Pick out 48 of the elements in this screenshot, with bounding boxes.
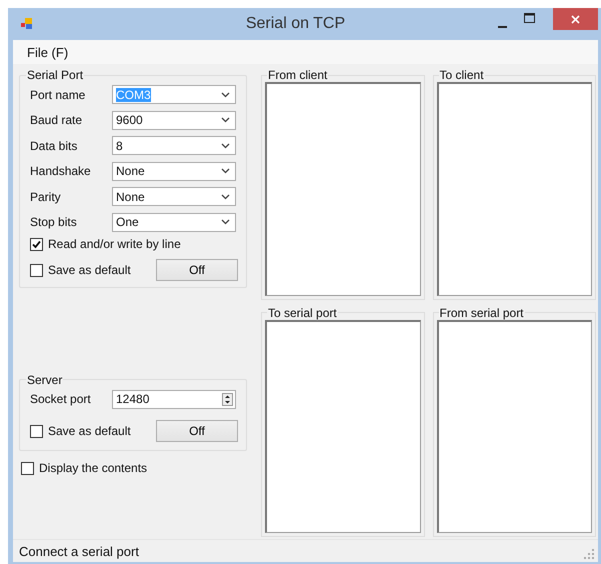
checkbox[interactable]: Display the contents: [21, 461, 247, 475]
group-title: Server: [26, 372, 64, 386]
close-button[interactable]: [553, 8, 598, 30]
close-icon: [571, 14, 580, 24]
chevron-icon: [221, 194, 230, 200]
field-label: Port name: [30, 88, 86, 102]
off-button[interactable]: Off: [156, 420, 238, 442]
group-title: From serial port: [438, 306, 525, 320]
field-label: Data bits: [30, 138, 78, 153]
checkbox-label: Save as default: [48, 263, 131, 277]
checkbox-box[interactable]: [30, 424, 43, 438]
chevron-icon: [221, 168, 230, 174]
checkbox[interactable]: Read and/or write by line: [30, 237, 238, 251]
checkbox-box[interactable]: [21, 462, 34, 474]
dropdown[interactable]: One: [112, 212, 236, 232]
chevron-icon: [221, 117, 230, 124]
checkbox-label: Display the contents: [39, 461, 148, 475]
field-label: Parity: [30, 190, 62, 204]
status-text: Connect a serial port: [19, 544, 139, 558]
window-title: Serial on TCP: [246, 15, 346, 33]
checkbox[interactable]: Save as default: [30, 263, 131, 277]
chevron-icon: [221, 92, 230, 98]
group-title: To serial port: [267, 306, 338, 320]
dropdown[interactable]: None: [112, 187, 236, 206]
number-field[interactable]: 12480: [112, 390, 236, 409]
dropdown[interactable]: None: [112, 162, 236, 181]
checkbox-label: Save as default: [48, 424, 131, 438]
resize-grip-icon[interactable]: [584, 549, 594, 559]
app-icon: [21, 18, 33, 30]
chevron-icon: [221, 219, 230, 226]
field-label: Socket port: [30, 392, 92, 406]
field-label: Stop bits: [30, 215, 78, 230]
maximize-icon[interactable]: [524, 13, 535, 23]
group-title: To client: [438, 68, 485, 82]
off-button[interactable]: Off: [156, 259, 238, 281]
checkbox-box[interactable]: [30, 238, 43, 250]
checkbox-box[interactable]: [30, 264, 43, 276]
field-label: Handshake: [30, 164, 92, 178]
checkbox[interactable]: Save as default: [30, 424, 131, 438]
dropdown[interactable]: 9600: [112, 110, 236, 130]
group-title: From client: [267, 68, 328, 82]
field-label: Baud rate: [30, 113, 84, 128]
group-title: Serial Port: [26, 68, 84, 82]
checkbox-label: Read and/or write by line: [48, 237, 181, 251]
chevron-icon: [221, 142, 230, 149]
spinner-icon[interactable]: [222, 392, 233, 406]
menu-item[interactable]: File (F): [13, 44, 82, 60]
dropdown[interactable]: 8: [112, 136, 236, 156]
